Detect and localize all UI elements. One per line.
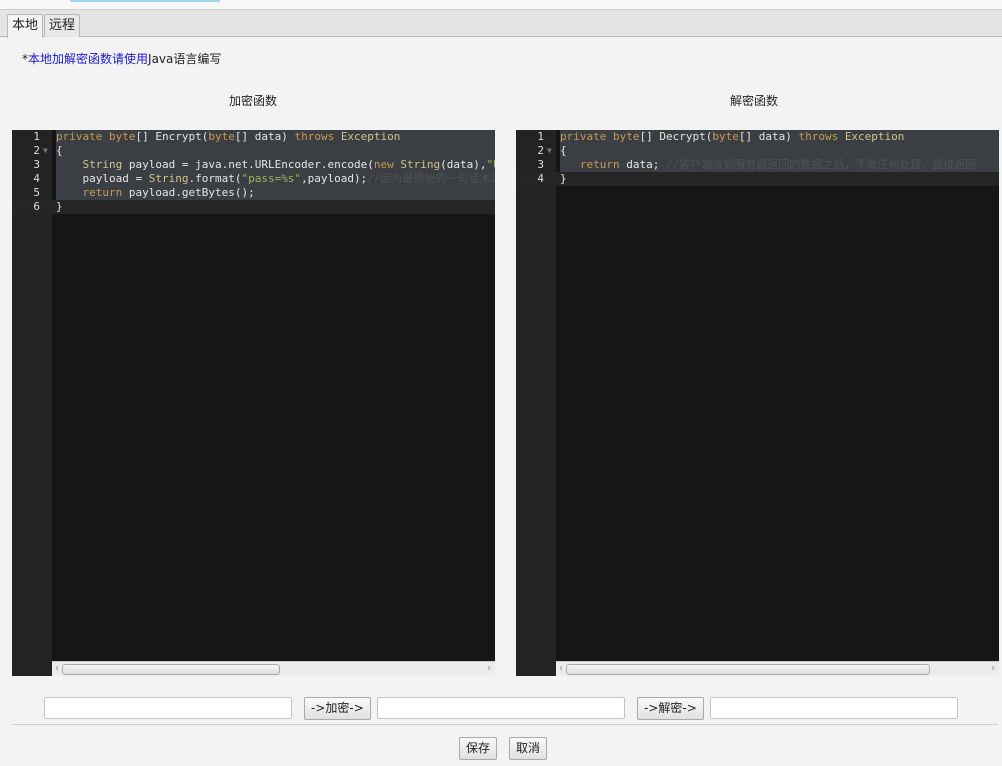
line-number: 4 <box>33 172 40 185</box>
save-button[interactable]: 保存 <box>459 737 498 760</box>
code-text: } <box>56 200 63 213</box>
code-text: { <box>56 144 495 158</box>
line-gutter <box>516 130 556 676</box>
line-number: 3 <box>33 158 40 171</box>
code-line: 6} <box>12 200 495 214</box>
code-line: 3 String payload = java.net.URLEncoder.e… <box>12 158 495 172</box>
code-text: String payload = java.net.URLEncoder.enc… <box>56 158 495 172</box>
code-text: payload = String.format("pass=%s",payloa… <box>56 172 495 186</box>
code-text: private byte[] Decrypt(byte[] data) thro… <box>560 130 999 144</box>
code-line: 2 ▼ { <box>516 144 999 158</box>
code-line: 3 return data; //客户端收到服务器返回的数据之后，不做任何处理，… <box>516 158 999 172</box>
code-line: 4 payload = String.format("pass=%s",payl… <box>12 172 495 186</box>
line-number: 4 <box>537 172 544 185</box>
line-number: 6 <box>33 200 40 213</box>
line-number: 5 <box>33 186 40 199</box>
divider <box>12 724 998 725</box>
decrypt-button[interactable]: ->解密-> <box>637 697 704 720</box>
code-line: 2 ▼ { <box>12 144 495 158</box>
tab-strip: 本地 远程 <box>0 10 1002 38</box>
horizontal-scrollbar[interactable]: ‹ › <box>52 661 495 676</box>
line-number: 3 <box>537 158 544 171</box>
fold-toggle-icon[interactable]: ▼ <box>547 144 552 158</box>
line-number: 1 <box>33 130 40 143</box>
scrollbar-thumb[interactable] <box>62 664 280 675</box>
code-text: { <box>560 144 999 158</box>
code-text: } <box>560 172 567 185</box>
tab-remote[interactable]: 远程 <box>44 14 81 37</box>
cancel-button[interactable]: 取消 <box>509 737 548 760</box>
decrypt-code-editor[interactable]: 1 private byte[] Decrypt(byte[] data) thr… <box>516 130 999 676</box>
horizontal-scrollbar[interactable]: ‹ › <box>556 661 999 676</box>
decrypted-output[interactable] <box>710 697 958 719</box>
line-number: 2 <box>537 144 544 157</box>
note-mid: 请使用 <box>112 52 149 66</box>
decrypt-title: 解密函数 <box>730 94 779 108</box>
encrypt-button[interactable]: ->加密-> <box>304 697 371 720</box>
note-tail: 语言编写 <box>173 52 222 66</box>
code-line: 4} <box>516 172 999 186</box>
code-text: private byte[] Encrypt(byte[] data) thro… <box>56 130 495 144</box>
title-indicator <box>70 0 220 2</box>
fold-toggle-icon[interactable]: ▼ <box>43 144 48 158</box>
code-text: return data; //客户端收到服务器返回的数据之后，不做任何处理，直接… <box>560 158 999 172</box>
line-number: 2 <box>33 144 40 157</box>
note-java: Java <box>148 52 174 66</box>
window-top-bar <box>0 0 1002 10</box>
encrypt-title: 加密函数 <box>229 94 278 108</box>
encrypt-code-editor[interactable]: 1 private byte[] Encrypt(byte[] data) thr… <box>12 130 495 676</box>
code-line: 5 return payload.getBytes(); <box>12 186 495 200</box>
instruction-note: *本地加解密函数请使用Java语言编写 <box>22 50 221 67</box>
code-text: return payload.getBytes(); <box>56 186 495 200</box>
scrollbar-thumb[interactable] <box>566 664 930 675</box>
line-number: 1 <box>537 130 544 143</box>
tab-local[interactable]: 本地 <box>7 14 44 38</box>
note-highlight: 本地加解密函数 <box>28 52 113 66</box>
code-line: 1 private byte[] Decrypt(byte[] data) thr… <box>516 130 999 144</box>
code-line: 1 private byte[] Encrypt(byte[] data) thr… <box>12 130 495 144</box>
plaintext-input[interactable] <box>44 697 292 719</box>
encrypted-output[interactable] <box>377 697 625 719</box>
